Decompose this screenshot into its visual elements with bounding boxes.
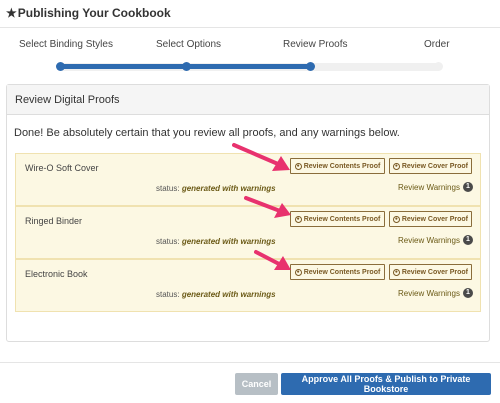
proof-row-name: Wire-O Soft Cover [25,163,99,173]
eye-icon: ● [294,268,302,276]
status-text: status: generated with warnings [156,184,276,193]
step-dot-order [434,62,443,71]
eye-icon: ● [393,162,400,170]
warnings-count-badge: 1 [462,182,473,192]
panel-heading-title: Review Digital Proofs [15,94,120,106]
approve-and-publish-button[interactable]: Approve All Proofs & Publish to Private … [281,373,491,395]
step-review-proofs: Review Proofs [283,39,348,50]
intro-text: Done! Be absolutely certain that you rev… [14,127,400,139]
status-value: generated with warnings [181,237,276,246]
step-dot-options [182,62,191,71]
status-value: generated with warnings [181,184,276,193]
eye-icon: ● [294,215,302,223]
status-prefix: status: [156,237,180,246]
review-contents-proof-button[interactable]: ● Review Contents Proof [290,211,385,227]
star-icon: ★ [6,6,17,20]
status-value: generated with warnings [181,290,276,299]
button-label: Review Contents Proof [303,268,381,276]
review-warnings-link[interactable]: Review Warnings 1 [398,235,473,245]
review-warnings-label: Review Warnings [398,235,460,245]
eye-icon: ● [393,268,400,276]
button-label: Review Contents Proof [303,162,381,170]
warnings-count-badge: 1 [462,288,473,298]
step-dot-review [306,62,315,71]
status-prefix: status: [156,184,180,193]
pink-arrow-icon [232,143,290,171]
modal-title-text: Publishing Your Cookbook [17,6,171,20]
review-cover-proof-button[interactable]: ● Review Cover Proof [389,264,472,280]
review-warnings-link[interactable]: Review Warnings 1 [398,288,473,298]
review-contents-proof-button[interactable]: ● Review Contents Proof [290,264,385,280]
review-contents-proof-button[interactable]: ● Review Contents Proof [290,158,385,174]
button-label: Review Cover Proof [401,162,468,170]
modal-footer: Cancel Approve All Proofs & Publish to P… [0,362,500,403]
pink-arrow-icon [254,250,291,270]
button-label: Review Cover Proof [401,268,468,276]
review-cover-proof-button[interactable]: ● Review Cover Proof [389,211,472,227]
step-dot-binding [56,62,65,71]
status-text: status: generated with warnings [156,237,276,246]
eye-icon: ● [294,162,302,170]
button-label: Review Contents Proof [303,215,381,223]
warnings-count-badge: 1 [462,235,473,245]
step-order: Order [424,39,450,50]
review-warnings-label: Review Warnings [398,182,460,192]
eye-icon: ● [393,215,400,223]
cancel-button[interactable]: Cancel [235,373,278,395]
status-text: status: generated with warnings [156,290,276,299]
review-warnings-label: Review Warnings [398,288,460,298]
progress-steps: Select Binding Styles Select Options Rev… [0,36,500,72]
step-select-binding-styles: Select Binding Styles [19,39,113,50]
review-warnings-link[interactable]: Review Warnings 1 [398,182,473,192]
pink-arrow-icon [244,196,291,218]
step-select-options: Select Options [156,39,222,50]
button-label: Review Cover Proof [401,215,468,223]
modal-header: ★Publishing Your Cookbook [0,0,500,28]
status-prefix: status: [156,290,180,299]
proof-row-electronic-book: Electronic Book ● Review Contents Proof ●… [15,259,481,312]
proof-row-name: Electronic Book [25,269,88,279]
modal-title: ★Publishing Your Cookbook [6,6,171,20]
proof-row-name: Ringed Binder [25,216,83,226]
review-cover-proof-button[interactable]: ● Review Cover Proof [389,158,472,174]
panel-heading: Review Digital Proofs [7,85,489,115]
